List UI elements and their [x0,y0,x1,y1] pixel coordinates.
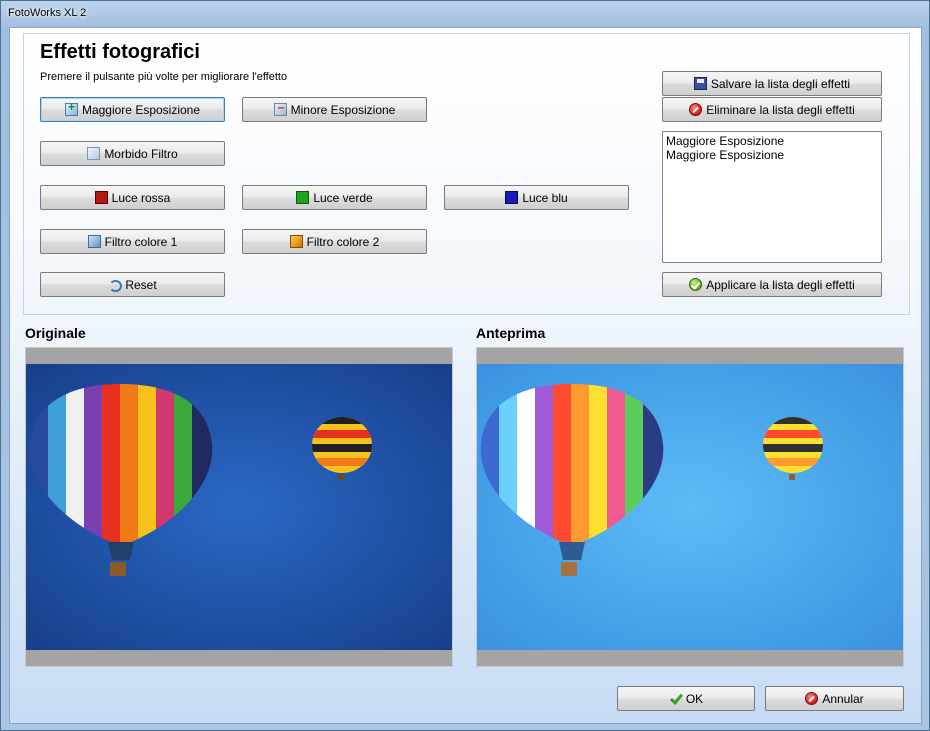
button-label: Filtro colore 1 [104,234,178,249]
original-image-frame [25,347,453,667]
exposure-plus-icon [64,100,78,116]
button-label: Filtro colore 2 [306,234,380,249]
app-window: FotoWorks XL 2 Effetti fotografici Preme… [0,0,930,731]
button-label: Luce blu [522,190,568,205]
button-label: Morbido Filtro [104,146,178,161]
preview-balloon-image [477,364,903,650]
page-title: Effetti fotografici [40,41,200,63]
button-label: Maggiore Esposizione [81,102,201,117]
button-label: Luce verde [313,190,373,205]
maggiore-esposizione-button[interactable]: Maggiore Esposizione [40,97,225,122]
save-effect-list-button[interactable]: Salvare la lista degli effetti [662,71,882,96]
ok-button[interactable]: OK [617,686,755,711]
preview-pane-label: Anteprima [476,325,546,341]
color-filter-2-icon [289,235,303,248]
filtro-colore-2-button[interactable]: Filtro colore 2 [242,229,427,254]
luce-rossa-button[interactable]: Luce rossa [40,185,225,210]
button-label: Annular [822,691,864,706]
blue-swatch-icon [505,191,519,204]
stop-sign-icon [805,692,819,705]
minore-esposizione-button[interactable]: Minore Esposizione [242,97,427,122]
effect-list[interactable]: Maggiore Esposizione Maggiore Esposizion… [662,131,882,263]
button-label: OK [685,691,704,706]
green-check-circle-icon [689,278,703,291]
button-label: Luce rossa [111,190,171,205]
delete-effect-list-button[interactable]: Eliminare la lista degli effetti [662,97,882,122]
reset-button[interactable]: Reset [40,272,225,297]
button-label: Minore Esposizione [290,102,396,117]
effect-hint: Premere il pulsante più volte per miglio… [40,71,288,83]
filtro-colore-1-button[interactable]: Filtro colore 1 [40,229,225,254]
exposure-minus-icon [273,100,287,116]
button-label: Applicare la lista degli effetti [706,277,855,292]
green-swatch-icon [296,191,310,204]
red-swatch-icon [94,191,108,204]
floppy-disk-icon [693,77,707,90]
original-pane-label: Originale [25,325,86,341]
window-title: FotoWorks XL 2 [8,7,87,19]
original-photo [26,364,452,650]
undo-arrow-icon [108,278,123,292]
stop-sign-icon [689,103,703,116]
original-balloon-image [26,364,452,650]
preview-image-frame [476,347,904,667]
button-label: Reset [125,277,157,292]
list-item[interactable]: Maggiore Esposizione [666,148,878,162]
apply-effect-list-button[interactable]: Applicare la lista degli effetti [662,272,882,297]
cancel-button[interactable]: Annular [765,686,904,711]
button-label: Salvare la lista degli effetti [710,76,851,91]
soft-filter-icon [87,147,101,160]
luce-blu-button[interactable]: Luce blu [444,185,629,210]
button-label: Eliminare la lista degli effetti [706,102,855,117]
luce-verde-button[interactable]: Luce verde [242,185,427,210]
preview-photo [477,364,903,650]
morbido-filtro-button[interactable]: Morbido Filtro [40,141,225,166]
checkmark-icon [669,692,682,705]
color-filter-1-icon [87,235,101,248]
dialog-client-area: Effetti fotografici Premere il pulsante … [9,27,922,724]
title-bar[interactable]: FotoWorks XL 2 [1,1,929,27]
list-item[interactable]: Maggiore Esposizione [666,134,878,148]
